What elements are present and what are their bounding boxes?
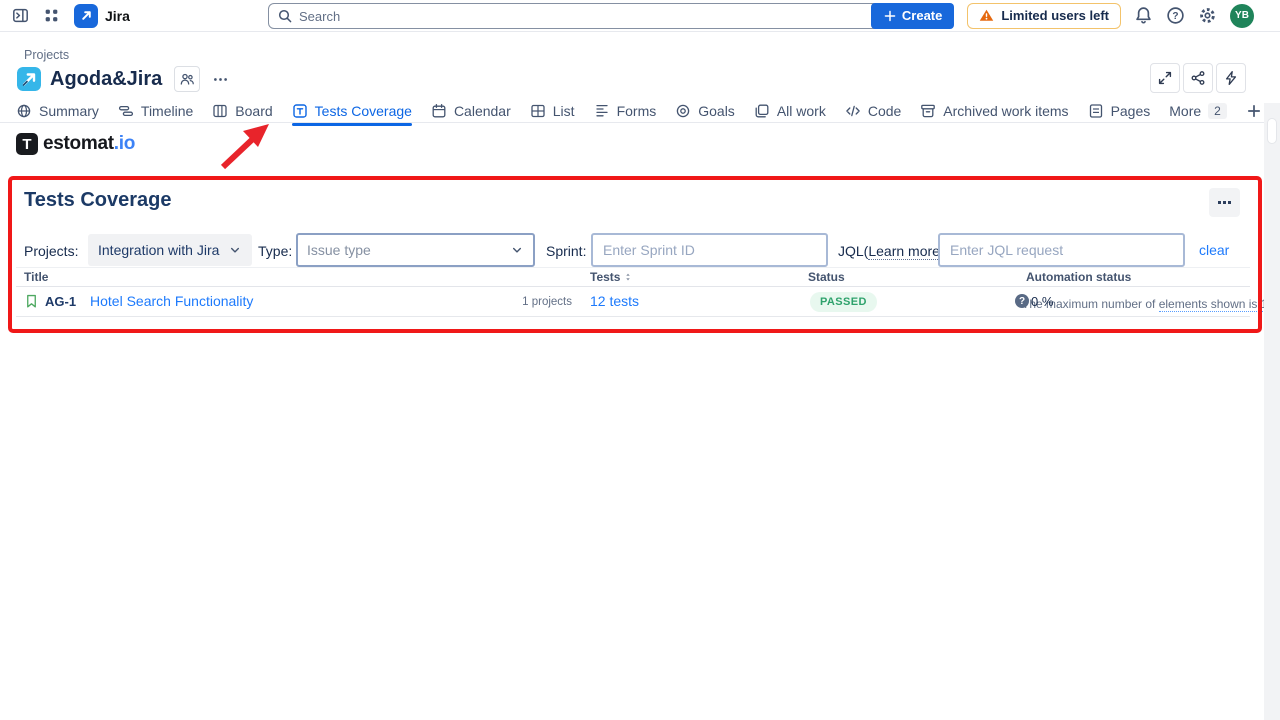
add-tab-button[interactable] — [1246, 99, 1262, 123]
share-button[interactable] — [1183, 63, 1213, 93]
testomat-logo: T estomat.io — [16, 133, 135, 155]
project-members-button[interactable] — [174, 66, 200, 92]
annotation-arrow — [208, 116, 282, 176]
column-header-status: Status — [808, 270, 845, 284]
app-name: Jira — [105, 8, 130, 24]
jira-page: Jira Create Limited users left YB Projec… — [0, 0, 1280, 720]
all-work-icon — [754, 103, 770, 119]
testomat-logo-icon: T — [16, 133, 38, 155]
tests-count-link[interactable]: 12 tests — [590, 293, 639, 309]
project-avatar-icon — [17, 67, 41, 91]
tab-tests-coverage[interactable]: Tests Coverage — [292, 99, 412, 123]
tab-board[interactable]: Board — [212, 99, 272, 123]
goals-target-icon — [675, 103, 691, 119]
projects-count: 1 projects — [498, 296, 572, 308]
global-search — [268, 3, 910, 29]
type-filter-label: Type: — [258, 243, 292, 259]
tab-archived-work-items[interactable]: Archived work items — [920, 99, 1068, 123]
top-navigation-bar: Jira Create Limited users left YB — [0, 0, 1280, 32]
sidebar-toggle-icon[interactable] — [12, 7, 29, 24]
tab-calendar[interactable]: Calendar — [431, 99, 511, 123]
scrollbar-track — [1264, 103, 1280, 720]
archive-icon — [920, 103, 936, 119]
help-icon[interactable] — [1166, 6, 1185, 25]
widget-more-button[interactable] — [1209, 188, 1240, 217]
pages-icon — [1088, 103, 1104, 119]
chevron-down-icon — [228, 243, 242, 257]
automation-percwhile-value: 0 % — [1031, 294, 1053, 309]
bookmark-icon — [24, 293, 39, 309]
sprint-id-input[interactable] — [591, 233, 828, 267]
expand-button[interactable] — [1150, 63, 1180, 93]
app-switcher-icon[interactable] — [43, 7, 60, 24]
tests-coverage-icon — [292, 103, 308, 119]
globe-icon — [16, 103, 32, 119]
search-icon — [277, 8, 293, 24]
sprint-filter-label: Sprint: — [546, 243, 586, 259]
scrollbar-thumb[interactable] — [1267, 118, 1277, 144]
table-header-border — [16, 286, 1250, 287]
search-input[interactable] — [268, 3, 910, 29]
tab-pages[interactable]: Pages — [1088, 99, 1151, 123]
projects-filter-dropdown[interactable]: Integration with Jira — [88, 234, 252, 266]
project-more-icon[interactable] — [212, 71, 229, 88]
jql-filter-label: JQL(Learn more): — [838, 243, 949, 259]
project-title: Agoda&Jira — [50, 68, 162, 91]
column-header-title: Title — [24, 270, 48, 284]
column-header-tests[interactable]: Tests — [590, 270, 633, 284]
page-title: Tests Coverage — [24, 189, 171, 212]
tab-all-work[interactable]: All work — [754, 99, 826, 123]
jql-learn-more-link[interactable]: Learn more — [868, 243, 940, 260]
plus-icon — [883, 9, 897, 23]
project-tabs: Summary Timeline Board Tests Coverage Ca… — [16, 99, 1262, 123]
plus-icon — [1246, 103, 1262, 119]
projects-filter-label: Projects: — [24, 243, 78, 259]
user-avatar[interactable]: YB — [1230, 4, 1254, 28]
forms-icon — [594, 103, 610, 119]
issue-key: AG-1 — [45, 294, 76, 309]
automation-lightning-button[interactable] — [1216, 63, 1246, 93]
limited-users-button[interactable]: Limited users left — [967, 3, 1121, 29]
table-top-border — [16, 267, 1250, 268]
tab-code[interactable]: Code — [845, 99, 901, 123]
chevron-down-icon — [510, 243, 524, 257]
tab-more[interactable]: More2 — [1169, 99, 1227, 123]
more-count-badge: 2 — [1208, 103, 1227, 119]
tab-summary[interactable]: Summary — [16, 99, 99, 123]
jira-logo-icon — [74, 4, 98, 28]
question-circle-icon[interactable]: ? — [1015, 294, 1029, 308]
jira-home-link[interactable]: Jira — [74, 4, 130, 28]
timeline-icon — [118, 103, 134, 119]
max-elements-note: The maximum number of elements shown is … — [1022, 297, 1280, 311]
clear-filters-link[interactable]: clear — [1199, 242, 1229, 258]
tab-timeline[interactable]: Timeline — [118, 99, 193, 123]
tab-list[interactable]: List — [530, 99, 575, 123]
list-grid-icon — [530, 103, 546, 119]
issue-type-select[interactable]: Issue type — [296, 233, 535, 267]
issue-title-link[interactable]: Hotel Search Functionality — [90, 293, 253, 309]
tab-goals[interactable]: Goals — [675, 99, 735, 123]
calendar-icon — [431, 103, 447, 119]
breadcrumb-projects[interactable]: Projects — [24, 48, 69, 62]
create-button[interactable]: Create — [871, 3, 954, 29]
jql-request-input[interactable] — [938, 233, 1185, 267]
table-row-border — [16, 316, 1250, 317]
status-badge: PASSED — [810, 292, 877, 312]
warning-icon — [979, 8, 994, 23]
column-header-automation-status: Automation status — [1026, 270, 1131, 284]
code-icon — [845, 103, 861, 119]
settings-gear-icon[interactable] — [1198, 6, 1217, 25]
sort-icon — [623, 272, 633, 282]
notifications-bell-icon[interactable] — [1134, 6, 1153, 25]
tab-forms[interactable]: Forms — [594, 99, 657, 123]
board-icon — [212, 103, 228, 119]
